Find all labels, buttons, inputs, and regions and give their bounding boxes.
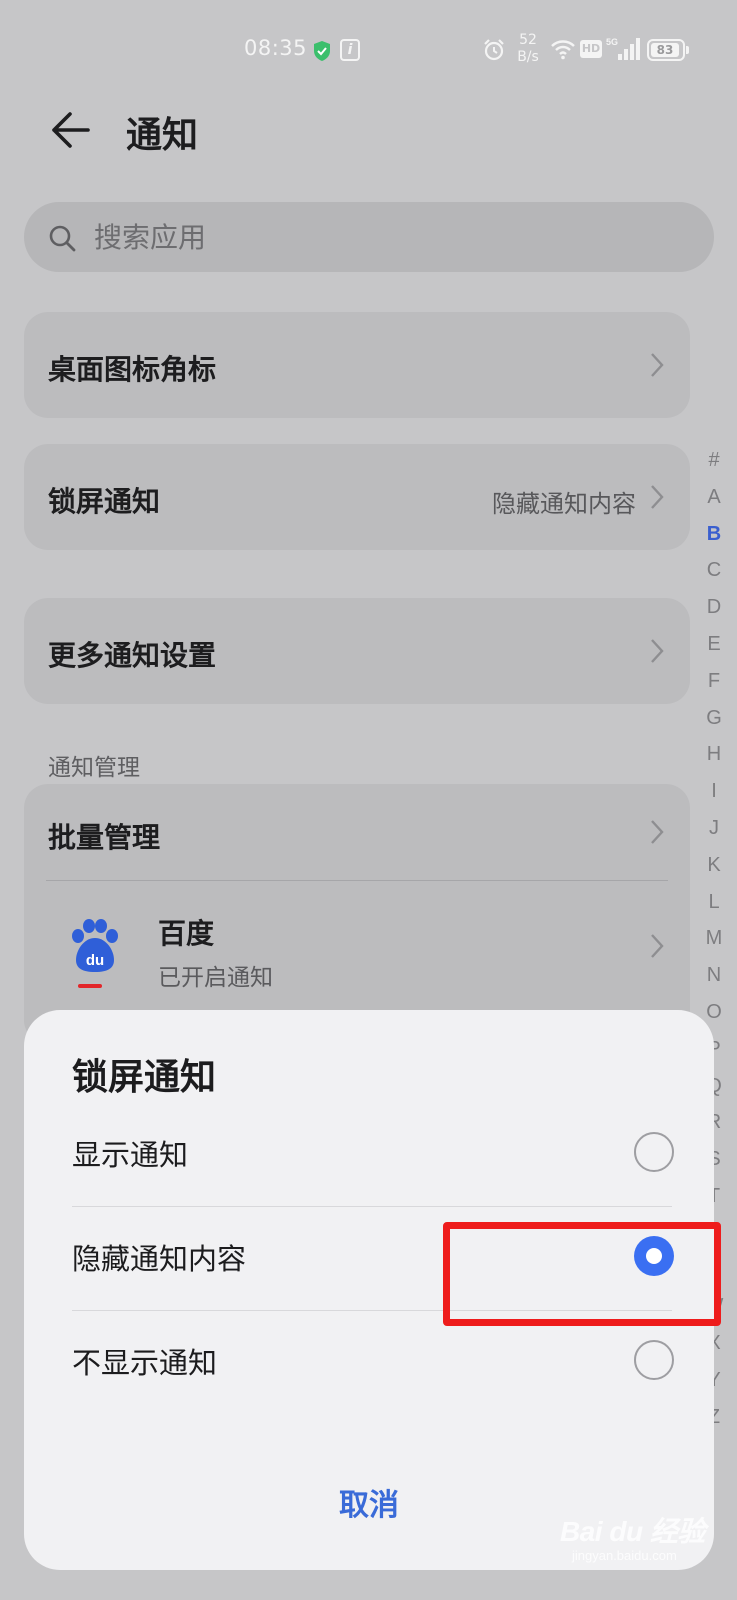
- alphabet-letter[interactable]: H: [701, 736, 727, 773]
- baidu-paw-icon: du: [72, 919, 118, 988]
- radio-button[interactable]: [634, 1340, 674, 1380]
- alphabet-letter[interactable]: J: [701, 810, 727, 847]
- alphabet-letter[interactable]: E: [701, 626, 727, 663]
- setting-label: 桌面图标角标: [48, 353, 217, 386]
- alphabet-letter[interactable]: N: [701, 957, 727, 994]
- wifi-icon: [551, 40, 575, 60]
- status-bar: 08:35 i 52 B/s HD 5G 83: [0, 0, 737, 100]
- highlight-box: [443, 1222, 721, 1326]
- alphabet-letter[interactable]: I: [701, 773, 727, 810]
- search-icon: [49, 225, 76, 252]
- divider: [46, 880, 668, 881]
- alphabet-letter[interactable]: #: [701, 442, 727, 479]
- app-row-baidu[interactable]: du 百度 已开启通知: [24, 888, 690, 1008]
- app-name: 百度: [158, 917, 215, 950]
- watermark-brand: Bai du 经验: [560, 1516, 705, 1547]
- network-speed-unit: B/s: [517, 49, 539, 65]
- info-icon: i: [340, 39, 360, 61]
- watermark-url: jingyan.baidu.com: [572, 1548, 677, 1563]
- batch-manage-row[interactable]: 批量管理: [24, 784, 690, 880]
- alphabet-letter[interactable]: F: [701, 663, 727, 700]
- section-header: 通知管理: [48, 755, 140, 781]
- chevron-right-icon: [651, 820, 664, 844]
- notification-manage-card: 批量管理 du 百度 已开启通知: [24, 784, 690, 1044]
- network-speed: 52 B/s: [514, 32, 542, 66]
- radio-button[interactable]: [634, 1132, 674, 1172]
- setting-row-badges[interactable]: 桌面图标角标: [24, 312, 690, 418]
- settings-card-more[interactable]: 更多通知设置: [24, 598, 690, 704]
- chevron-right-icon: [651, 485, 664, 509]
- chevron-right-icon: [651, 934, 664, 958]
- network-speed-value: 52: [519, 32, 537, 48]
- signal-icon: 5G: [606, 37, 640, 60]
- back-arrow-icon[interactable]: [46, 104, 98, 156]
- search-input[interactable]: [94, 202, 654, 272]
- dialog-title: 锁屏通知: [72, 1057, 217, 1098]
- setting-value: 隐藏通知内容: [492, 490, 636, 518]
- cancel-button[interactable]: 取消: [269, 1472, 469, 1532]
- status-time: 08:35: [244, 36, 308, 60]
- alphabet-letter[interactable]: L: [701, 884, 727, 921]
- option-label: 不显示通知: [72, 1346, 218, 1380]
- setting-row-more[interactable]: 更多通知设置: [24, 598, 690, 704]
- settings-card-badges[interactable]: 桌面图标角标: [24, 312, 690, 418]
- alphabet-letter[interactable]: D: [701, 589, 727, 626]
- chevron-right-icon: [651, 639, 664, 663]
- hd-icon: HD: [580, 40, 602, 58]
- shield-check-icon: [314, 41, 330, 61]
- option-label: 显示通知: [72, 1138, 189, 1172]
- baidu-icon-text: du: [86, 952, 104, 969]
- setting-label: 更多通知设置: [48, 639, 217, 672]
- chevron-right-icon: [651, 353, 664, 377]
- batch-manage-label: 批量管理: [48, 821, 161, 854]
- battery-icon: 83: [647, 39, 689, 61]
- alarm-icon: [484, 39, 504, 61]
- network-type: 5G: [606, 37, 618, 47]
- alphabet-letter[interactable]: C: [701, 552, 727, 589]
- watermark: Bai du 经验 jingyan.baidu.com: [560, 1508, 730, 1568]
- setting-row-lockscreen[interactable]: 锁屏通知 隐藏通知内容: [24, 444, 690, 550]
- alphabet-letter[interactable]: K: [701, 847, 727, 884]
- battery-level: 83: [651, 43, 679, 57]
- alphabet-letter[interactable]: B: [701, 516, 727, 553]
- setting-label: 锁屏通知: [48, 485, 161, 518]
- alphabet-letter[interactable]: G: [701, 700, 727, 737]
- search-bar[interactable]: [24, 202, 714, 272]
- app-notification-status: 已开启通知: [158, 965, 273, 991]
- alphabet-letter[interactable]: A: [701, 479, 727, 516]
- alphabet-letter[interactable]: M: [701, 920, 727, 957]
- option-label: 隐藏通知内容: [72, 1242, 247, 1276]
- settings-card-lockscreen[interactable]: 锁屏通知 隐藏通知内容: [24, 444, 690, 550]
- page-title: 通知: [126, 115, 199, 156]
- option-show-notifications[interactable]: 显示通知: [72, 1102, 694, 1206]
